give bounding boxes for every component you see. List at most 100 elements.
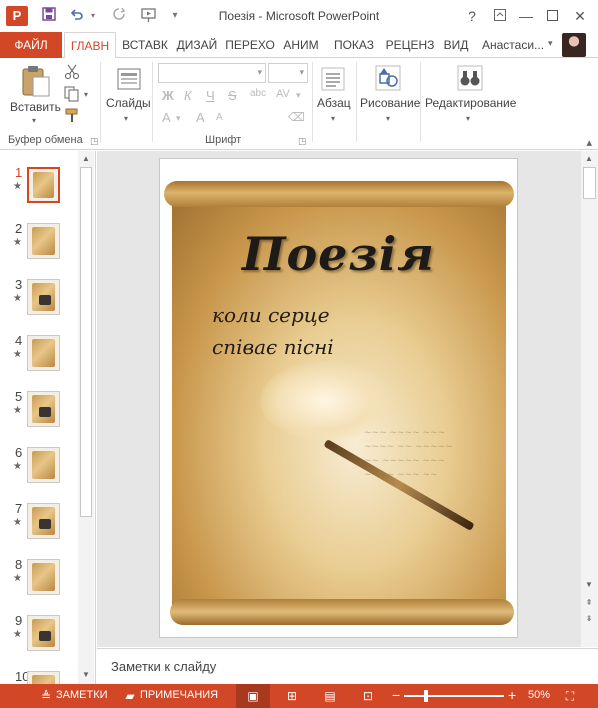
user-name[interactable]: Анастаси... [482,38,544,52]
slide-title[interactable]: Поезія [242,227,435,281]
current-slide[interactable]: ~~~ ~~~~ ~~~ ~~~~ ~~ ~~~~~ ~~ ~~~~~ ~~~ ~~~… [159,158,518,638]
paste-button-label[interactable]: Вставить [10,100,61,114]
copy-icon[interactable] [64,86,80,102]
notes-placeholder[interactable]: Заметки к слайду [111,659,216,674]
clipboard-group-label: Буфер обмена [8,134,83,146]
tab-insert[interactable]: ВСТАВК [118,32,172,58]
fit-to-window-icon[interactable]: ⛶ [562,688,578,704]
tab-view[interactable]: ВИД [440,32,472,58]
next-slide-icon[interactable]: ⇟ [583,613,595,625]
notes-toggle-icon[interactable]: ≜ [38,688,54,704]
clipboard-launcher-icon[interactable]: ◳ [90,136,99,147]
cut-icon[interactable] [64,64,80,80]
slide-thumbnail[interactable] [27,559,60,595]
tab-transitions[interactable]: ПЕРЕХО [224,32,276,58]
format-painter-icon[interactable] [64,108,80,124]
scroll-down-icon[interactable]: ▼ [80,669,92,681]
scrollbar-thumb[interactable] [583,167,596,199]
slides-chevron-down-icon[interactable]: ▾ [124,114,128,123]
tab-slideshow[interactable]: ПОКАЗ [328,32,380,58]
new-slide-icon[interactable] [116,66,142,92]
close-icon[interactable]: ✕ [566,4,594,28]
paste-chevron-down-icon[interactable]: ▾ [32,116,36,125]
user-menu-chevron-icon[interactable]: ▾ [548,38,553,49]
zoom-in-button[interactable]: + [508,687,516,703]
thumbnail-preview [32,619,55,647]
copy-chevron-down-icon[interactable]: ▾ [84,90,88,99]
italic-button[interactable]: К [184,88,192,103]
slide-thumbnail[interactable] [27,503,60,539]
font-color-chevron-icon[interactable]: ▾ [176,113,181,124]
reading-view-icon[interactable]: ▤ [322,688,338,704]
editor-vertical-scrollbar[interactable]: ▲ ▼ ⇞ ⇟ [581,151,598,647]
thumbnail-preview [33,172,54,198]
avatar[interactable] [562,33,586,57]
change-case-chevron-icon[interactable]: ▾ [296,90,301,101]
slide-thumbnail[interactable] [27,391,60,427]
clear-formatting-icon[interactable]: ⌫ [288,110,305,124]
decrease-font-icon[interactable]: A [216,112,223,123]
comments-toggle-label[interactable]: ПРИМЕЧАНИЯ [140,689,218,701]
slide-thumbnail[interactable] [27,167,60,203]
bold-button[interactable]: Ж [162,88,174,103]
shapes-icon[interactable] [374,64,402,92]
binoculars-icon[interactable] [456,64,484,92]
char-spacing-icon[interactable]: abc [250,88,266,99]
notes-pane[interactable]: Заметки к слайду [97,648,598,684]
paragraph-icon[interactable] [320,66,346,92]
slides-button-label[interactable]: Слайды [106,96,151,110]
paragraph-button-label[interactable]: Абзац [317,96,351,110]
font-family-combo[interactable]: ▾ [158,63,266,83]
slide-subtitle[interactable]: коли серце співає пісні [212,299,334,363]
previous-slide-icon[interactable]: ⇞ [583,597,595,609]
zoom-out-button[interactable]: − [392,687,400,703]
normal-view-icon[interactable]: ▣ [245,688,261,704]
drawing-button-label[interactable]: Рисование [360,96,420,110]
scrollbar-thumb[interactable] [80,167,92,517]
notes-toggle-label[interactable]: ЗАМЕТКИ [56,689,108,701]
drawing-chevron-down-icon[interactable]: ▾ [386,114,390,123]
paste-icon[interactable] [20,64,52,98]
underline-button[interactable]: Ч [206,88,215,103]
help-icon[interactable]: ? [458,4,486,28]
animation-star-icon: ★ [13,237,22,248]
thumbnails-scrollbar[interactable]: ▲ ▼ [78,151,94,684]
paragraph-chevron-down-icon[interactable]: ▾ [331,114,335,123]
strikethrough-button[interactable]: S [228,88,237,103]
slide-thumbnail[interactable] [27,615,60,651]
slide-thumbnail[interactable] [27,279,60,315]
animation-star-icon: ★ [13,629,22,640]
thumbnail-picture [39,407,51,417]
tab-home[interactable]: ГЛАВН [64,32,116,59]
scroll-up-icon[interactable]: ▲ [583,153,595,165]
tab-review[interactable]: РЕЦЕНЗ [382,32,438,58]
ribbon-display-options-icon[interactable] [486,4,514,28]
slide-thumbnail[interactable] [27,447,60,483]
editing-button-label[interactable]: Редактирование [425,96,516,110]
zoom-level[interactable]: 50% [528,689,550,701]
slide-thumbnail[interactable] [27,335,60,371]
zoom-slider-track[interactable] [404,695,504,697]
editing-chevron-down-icon[interactable]: ▾ [466,114,470,123]
font-size-combo[interactable]: ▾ [268,63,308,83]
maximize-icon[interactable] [538,4,566,28]
minimize-icon[interactable]: — [512,4,540,28]
zoom-slider-handle[interactable] [424,690,428,702]
increase-font-icon[interactable]: A [196,110,205,125]
tab-file[interactable]: ФАЙЛ [0,32,62,58]
tab-animations[interactable]: АНИМ [278,32,324,58]
slide-thumbnail[interactable] [27,223,60,259]
scroll-down-icon[interactable]: ▼ [583,579,595,591]
slide-thumbnail[interactable] [27,671,60,684]
thumbnail-preview [32,675,55,684]
tab-design[interactable]: ДИЗАЙ [172,32,222,58]
slide-sorter-icon[interactable]: ⊞ [284,688,300,704]
collapse-ribbon-icon[interactable]: ▴ [586,136,592,149]
font-launcher-icon[interactable]: ◳ [298,136,307,147]
font-color-icon[interactable]: A [162,110,171,125]
change-case-icon[interactable]: AV [276,88,290,100]
slideshow-icon[interactable]: ⊡ [360,688,376,704]
comments-icon[interactable]: ▰ [122,688,138,704]
scroll-up-icon[interactable]: ▲ [80,153,92,165]
group-divider [312,62,313,142]
